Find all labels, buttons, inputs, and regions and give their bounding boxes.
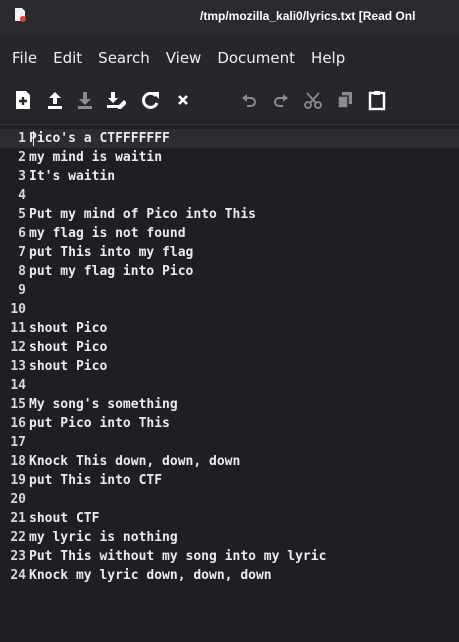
- text-line[interactable]: 8 put my flag into Pico: [0, 262, 459, 281]
- text-line[interactable]: 1 Pico's a CTFFFFFFF: [0, 129, 459, 148]
- text-line[interactable]: 15 My song's something: [0, 395, 459, 414]
- text-line[interactable]: 2 my mind is waitin: [0, 148, 459, 167]
- paste-icon[interactable]: [366, 89, 388, 111]
- line-number: 4: [18, 188, 26, 203]
- close-icon[interactable]: [172, 89, 194, 111]
- line-number: 9: [18, 283, 26, 298]
- text-line[interactable]: 12 shout Pico: [0, 338, 459, 357]
- line-text[interactable]: My song's something: [29, 397, 178, 412]
- text-line[interactable]: 24 Knock my lyric down, down, down: [0, 566, 459, 585]
- text-line[interactable]: 13 shout Pico: [0, 357, 459, 376]
- line-number: 1: [18, 131, 26, 146]
- line-text[interactable]: Knock my lyric down, down, down: [29, 568, 272, 583]
- line-text[interactable]: put This into CTF: [29, 473, 162, 488]
- line-number: 6: [18, 226, 26, 241]
- line-number: 18: [10, 454, 26, 469]
- text-line[interactable]: 6 my flag is not found: [0, 224, 459, 243]
- new-document-icon[interactable]: [12, 89, 34, 111]
- menu-edit[interactable]: Edit: [45, 36, 90, 80]
- line-number: 7: [18, 245, 26, 260]
- text-area[interactable]: 1 Pico's a CTFFFFFFF 2 my mind is waitin 3 It…: [0, 124, 459, 642]
- text-line[interactable]: 9: [0, 281, 459, 300]
- line-number: 14: [10, 378, 26, 393]
- line-text[interactable]: shout CTF: [29, 511, 99, 526]
- line-number: 5: [18, 207, 26, 222]
- line-text[interactable]: Put This without my song into my lyric: [29, 549, 326, 564]
- line-number: 17: [10, 435, 26, 450]
- window-title: /tmp/mozilla_kali0/lyrics.txt [Read Onl: [200, 9, 416, 23]
- line-number: 12: [10, 340, 26, 355]
- line-text[interactable]: put This into my flag: [29, 245, 193, 260]
- line-text[interactable]: Pico's a CTFFFFFFF: [29, 131, 170, 146]
- toolbar: [0, 80, 459, 120]
- text-line[interactable]: 18 Knock This down, down, down: [0, 452, 459, 471]
- line-number: 21: [10, 511, 26, 526]
- line-text[interactable]: shout Pico: [29, 359, 107, 374]
- text-line[interactable]: 10: [0, 300, 459, 319]
- text-line[interactable]: 20: [0, 490, 459, 509]
- title-bar[interactable]: /tmp/mozilla_kali0/lyrics.txt [Read Onl: [0, 0, 459, 36]
- text-line[interactable]: 19 put This into CTF: [0, 471, 459, 490]
- menu-file[interactable]: File: [0, 36, 45, 80]
- text-line[interactable]: 23 Put This without my song into my lyric: [0, 547, 459, 566]
- line-text[interactable]: put my flag into Pico: [29, 264, 193, 279]
- line-text[interactable]: It's waitin: [29, 169, 115, 184]
- text-line[interactable]: 16 put Pico into This: [0, 414, 459, 433]
- line-text[interactable]: put Pico into This: [29, 416, 170, 431]
- menu-bar: File Edit Search View Document Help: [0, 36, 459, 80]
- line-number: 24: [10, 568, 26, 583]
- line-text[interactable]: Knock This down, down, down: [29, 454, 240, 469]
- line-number: 20: [10, 492, 26, 507]
- open-file-icon[interactable]: [44, 89, 66, 111]
- text-line[interactable]: 4: [0, 186, 459, 205]
- menu-view[interactable]: View: [158, 36, 210, 80]
- save-as-icon[interactable]: [104, 89, 126, 111]
- text-lines: 1 Pico's a CTFFFFFFF 2 my mind is waitin 3 It…: [0, 129, 459, 585]
- line-number: 3: [18, 169, 26, 184]
- text-line[interactable]: 7 put This into my flag: [0, 243, 459, 262]
- menu-search[interactable]: Search: [90, 36, 158, 80]
- line-number: 19: [10, 473, 26, 488]
- redo-icon[interactable]: [270, 89, 292, 111]
- line-number: 16: [10, 416, 26, 431]
- line-number: 2: [18, 150, 26, 165]
- text-line[interactable]: 14: [0, 376, 459, 395]
- text-line[interactable]: 21 shout CTF: [0, 509, 459, 528]
- line-number: 23: [10, 549, 26, 564]
- line-text[interactable]: my flag is not found: [29, 226, 186, 241]
- text-line[interactable]: 22 my lyric is nothing: [0, 528, 459, 547]
- line-number: 15: [10, 397, 26, 412]
- reload-icon[interactable]: [140, 89, 162, 111]
- line-number: 10: [10, 302, 26, 317]
- line-number: 8: [18, 264, 26, 279]
- line-text[interactable]: Put my mind of Pico into This: [29, 207, 256, 222]
- undo-icon[interactable]: [238, 89, 260, 111]
- text-line[interactable]: 11 shout Pico: [0, 319, 459, 338]
- text-line[interactable]: 3 It's waitin: [0, 167, 459, 186]
- text-editor-window: /tmp/mozilla_kali0/lyrics.txt [Read Onl …: [0, 0, 459, 642]
- app-icon: [15, 8, 26, 22]
- copy-icon[interactable]: [334, 89, 356, 111]
- text-line[interactable]: 17: [0, 433, 459, 452]
- line-number: 22: [10, 530, 26, 545]
- line-text[interactable]: shout Pico: [29, 340, 107, 355]
- line-text[interactable]: my lyric is nothing: [29, 530, 178, 545]
- menu-document[interactable]: Document: [209, 36, 303, 80]
- line-number: 13: [10, 359, 26, 374]
- line-text[interactable]: my mind is waitin: [29, 150, 162, 165]
- menu-help[interactable]: Help: [303, 36, 353, 80]
- text-line[interactable]: 5 Put my mind of Pico into This: [0, 205, 459, 224]
- line-number: 11: [10, 321, 26, 336]
- cut-icon[interactable]: [302, 89, 324, 111]
- save-file-icon[interactable]: [74, 89, 96, 111]
- line-text[interactable]: shout Pico: [29, 321, 107, 336]
- text-caret: [33, 131, 34, 146]
